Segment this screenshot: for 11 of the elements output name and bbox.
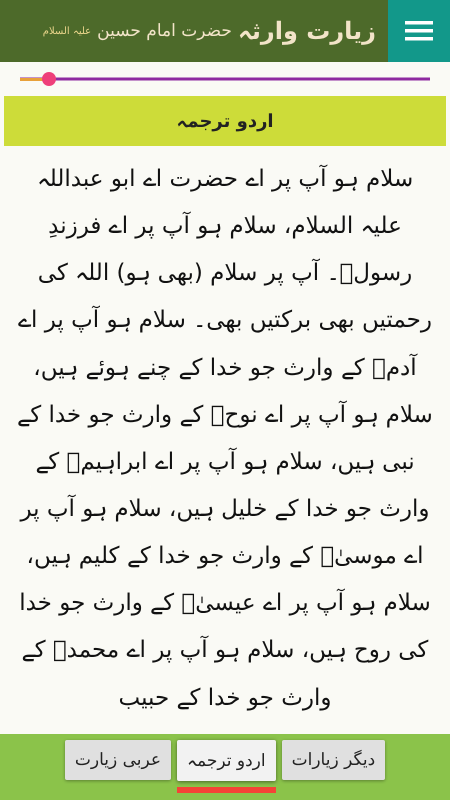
section-heading: اردو ترجمہ xyxy=(4,96,446,146)
tab-button[interactable]: دیگر زیارات xyxy=(282,740,386,780)
app-title: زیارت وارثہ xyxy=(238,17,376,45)
menu-icon xyxy=(405,20,433,42)
honorific-text: علیہ السلام xyxy=(42,25,92,37)
tab-button[interactable]: عربی زیارت xyxy=(64,740,172,780)
translation-text: سلام ہو آپ پر اے حضرت اے ابو عبداللہ علیہ السلام، سلام ہو آپ پر اے فرزندِ رسولؐ۔ آپ پر سلام (بھی ہو) اللہ کی رحمتیں بھی برکتیں بھی۔ سلام ہو آپ پر اے آدمؑ کے وارث جو خدا کے چنے ہوئے ہیں، سلام ہو آپ پر اے نوحؑ کے وارث جو خدا کے نبی ہیں، سلام ہو آپ پر اے ابراہیمؑ کے وارث جو خدا کے خلیل ہیں، سلام ہو آپ پر اے موسیٰؑ کے وارث جو خدا کے کلیم ہیں، سلام ہو آپ پر اے عیسیٰؑ کے وارث جو خدا کی روح ہیں، سلام ہو آپ پر اے محمدؐ کے وارث جو خدا کے حبیب xyxy=(16,164,434,713)
slider-thumb[interactable] xyxy=(42,72,56,86)
menu-button[interactable] xyxy=(388,0,450,62)
tab-button[interactable]: اردو ترجمہ xyxy=(177,740,276,781)
app-subtitle: حضرت امام حسین xyxy=(97,21,232,41)
